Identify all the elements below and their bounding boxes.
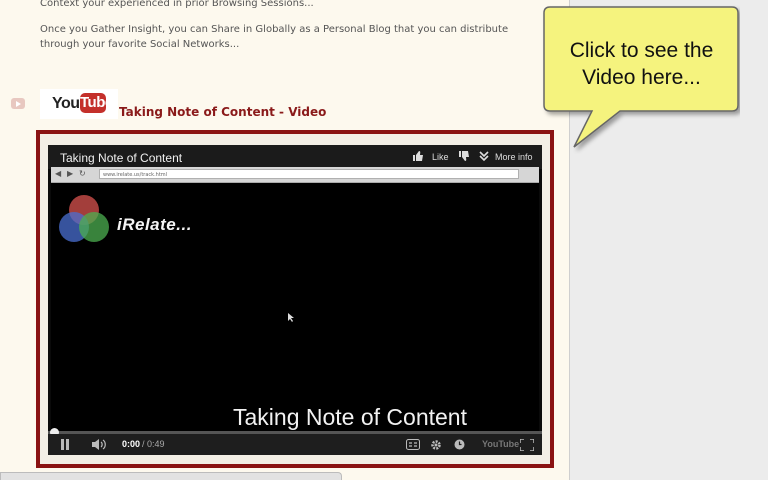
video-embed-inner: Taking Note of Content Like More info ◀ [40, 134, 550, 464]
mouse-cursor-icon [288, 313, 294, 322]
video-title-link[interactable]: Taking Note of Content - Video [119, 105, 326, 119]
youtube-logo-tube: Tube [80, 93, 113, 113]
paragraph-share-line1: Once you Gather Insight, you can Share i… [40, 24, 509, 35]
irelate-brand-text: iRelate... [117, 215, 192, 234]
chevron-down-icon[interactable] [478, 150, 490, 162]
thumbs-down-icon[interactable] [458, 150, 470, 162]
captions-icon[interactable] [406, 439, 420, 450]
thumbs-up-icon[interactable] [412, 150, 424, 162]
paragraph-share-line2: through your favorite Social Networks... [40, 39, 240, 50]
youtube-logo-you: You [52, 95, 80, 112]
back-arrow-icon: ◀ [55, 169, 62, 178]
video-caption: Taking Note of Content [233, 404, 467, 430]
browser-status-bar [0, 472, 342, 480]
settings-gear-icon[interactable] [430, 439, 442, 451]
reload-icon: ↻ [79, 169, 86, 178]
fullscreen-icon[interactable] [520, 439, 534, 451]
callout-text: Click to see the Video here... [543, 37, 740, 91]
callout-line1: Click to see the [569, 39, 714, 62]
time-current: 0:00 [122, 439, 141, 449]
video-screen[interactable]: iRelate... Taking Note of Content [51, 183, 539, 433]
recorded-address-bar: www.irelate.us/track.html [99, 169, 519, 179]
time-total: / 0:49 [142, 439, 165, 449]
watch-later-clock-icon[interactable] [454, 439, 465, 450]
irelate-venn-logo-icon [59, 195, 109, 242]
youtube-logo[interactable]: You Tube [40, 89, 118, 119]
youtube-small-icon[interactable] [11, 98, 25, 109]
blog-content: Context your experienced in prior Browsi… [0, 0, 569, 480]
forward-arrow-icon: ▶ [67, 169, 74, 178]
player-controls: 0:00 / 0:49 YouTube [48, 434, 542, 455]
pause-icon[interactable] [60, 439, 70, 450]
youtube-control-logo[interactable]: YouTube [482, 439, 519, 449]
volume-icon[interactable] [92, 439, 108, 450]
player-top-bar: Taking Note of Content Like More info [48, 145, 542, 169]
like-button[interactable]: Like [432, 152, 449, 162]
paragraph-context: Context your experienced in prior Browsi… [40, 0, 314, 9]
player-title[interactable]: Taking Note of Content [60, 151, 182, 165]
callout-line2: Video here... [582, 66, 701, 89]
more-info-button[interactable]: More info [495, 152, 533, 162]
video-embed-frame: Taking Note of Content Like More info ◀ [36, 130, 554, 468]
paragraph-share: Once you Gather Insight, you can Share i… [40, 22, 508, 52]
recorded-browser-chrome: ◀ ▶ ↻ www.irelate.us/track.html [51, 167, 539, 183]
video-player[interactable]: Taking Note of Content Like More info ◀ [48, 145, 542, 455]
